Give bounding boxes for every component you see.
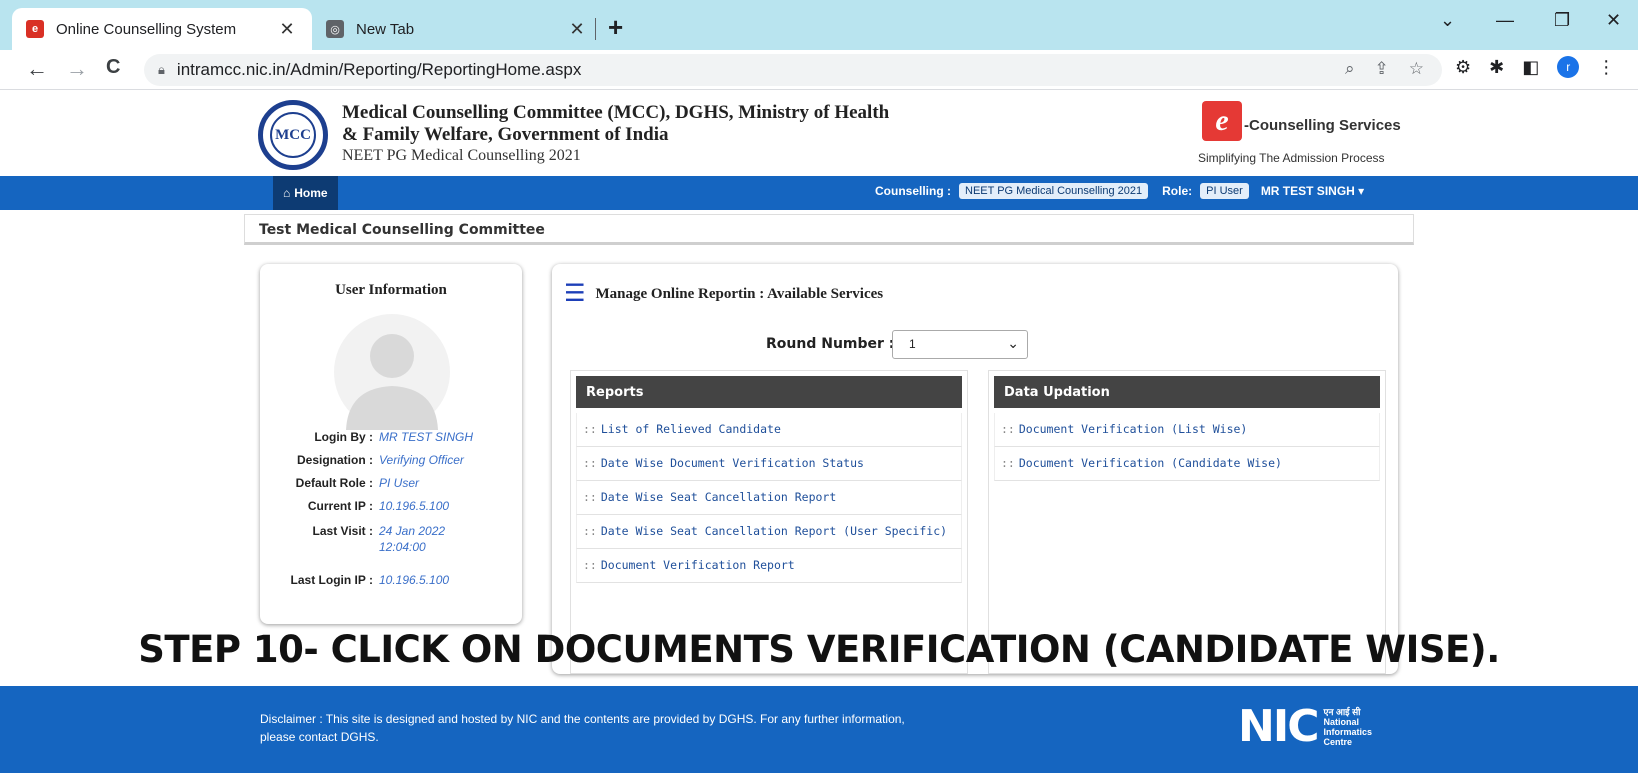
home-nav-button[interactable]: ⌂ Home — [273, 176, 338, 210]
round-number-value: 1 — [909, 337, 916, 351]
nic-logo-word: NIC — [1238, 701, 1319, 752]
chrome-favicon-icon: ◎ — [326, 20, 344, 38]
step-caption: STEP 10- CLICK ON DOCUMENTS VERIFICATION… — [138, 628, 1500, 671]
tab-new-tab[interactable]: ◎ New Tab ✕ — [312, 8, 602, 50]
user-information-panel: User Information Login By : MR TEST SING… — [260, 264, 522, 624]
role-badge: PI User — [1200, 183, 1249, 199]
info-value: MR TEST SINGH — [379, 430, 474, 444]
reports-header: Reports — [576, 376, 962, 408]
browser-tab-bar: e Online Counselling System ✕ ◎ New Tab … — [0, 0, 1638, 50]
puzzle-extensions-icon[interactable]: ✱ — [1489, 57, 1504, 78]
chevron-down-icon: ⌄ — [1007, 335, 1019, 351]
report-link-seat-cancellation-user[interactable]: :: Date Wise Seat Cancellation Report (Us… — [576, 515, 962, 549]
url-text: intramcc.nic.in/Admin/Reporting/Reportin… — [176, 60, 582, 79]
info-label: Last Visit : — [312, 524, 373, 538]
info-value: 24 Jan 2022 12:04:00 — [379, 524, 446, 554]
menu-kebab-icon[interactable]: ⋮ — [1597, 57, 1615, 78]
close-window-button[interactable]: ✕ — [1606, 10, 1621, 31]
tab-online-counselling[interactable]: e Online Counselling System ✕ — [12, 8, 312, 50]
home-label: Home — [294, 186, 328, 200]
default-role-row: Default Role : PI User — [260, 476, 522, 490]
info-value: 10.196.5.100 — [379, 499, 450, 513]
site-footer: Disclaimer : This site is designed and h… — [0, 686, 1638, 773]
current-ip-row: Current IP : 10.196.5.100 — [260, 499, 522, 513]
report-link-relieved-candidate[interactable]: :: List of Relieved Candidate — [576, 413, 962, 447]
data-updation-header: Data Updation — [994, 376, 1380, 408]
hamburger-menu-icon[interactable]: ☰ — [564, 282, 586, 306]
close-tab-icon[interactable]: ✕ — [566, 19, 588, 40]
user-dropdown[interactable]: MR TEST SINGH ▾ — [1261, 184, 1364, 198]
doc-verification-candidate-wise-link[interactable]: :: Document Verification (Candidate Wise) — [994, 447, 1380, 481]
info-value: 10.196.5.100 — [379, 573, 450, 587]
nic-logo: NIC एन आई सी National Informatics Centre — [1238, 701, 1373, 752]
main-navbar: ⌂ Home Counselling : NEET PG Medical Cou… — [0, 176, 1638, 210]
user-info-title: User Information — [335, 282, 447, 298]
profile-avatar[interactable]: r — [1557, 56, 1580, 78]
zoom-icon[interactable]: ⌕ — [1345, 59, 1355, 79]
info-label: Designation : — [296, 453, 373, 467]
info-value: Verifying Officer — [379, 453, 464, 467]
lock-icon: 🔒︎ — [158, 62, 165, 77]
counselling-label: Counselling : — [875, 184, 951, 198]
close-tab-icon[interactable]: ✕ — [276, 19, 298, 40]
minimize-button[interactable]: — — [1496, 10, 1514, 31]
tab-separator — [595, 18, 596, 40]
info-label: Current IP : — [307, 499, 373, 513]
services-panel: ☰ Manage Online Reportin : Available Ser… — [552, 264, 1398, 674]
new-tab-button[interactable]: + — [608, 12, 623, 43]
report-link-date-wise-doc-verification[interactable]: :: Date Wise Document Verification Status — [576, 447, 962, 481]
login-by-row: Login By : MR TEST SINGH — [260, 430, 522, 444]
url-input[interactable]: 🔒︎ intramcc.nic.in/Admin/Reporting/Repor… — [144, 54, 1442, 86]
round-number-select[interactable]: 1 ⌄ — [892, 330, 1028, 359]
info-label: Last Login IP : — [290, 573, 373, 587]
header-title-line1: Medical Counselling Committee (MCC), DGH… — [342, 102, 890, 123]
nic-logo-hindi: एन आई सी — [1323, 707, 1361, 717]
designation-row: Designation : Verifying Officer — [260, 453, 522, 467]
extension-icon[interactable]: ⚙ — [1455, 57, 1471, 78]
ecounselling-title: -Counselling Services — [1244, 117, 1401, 134]
report-link-seat-cancellation[interactable]: :: Date Wise Seat Cancellation Report — [576, 481, 962, 515]
tab-title: Online Counselling System — [56, 20, 237, 38]
forward-button[interactable]: → — [66, 56, 88, 82]
ecounselling-tagline: Simplifying The Admission Process — [1198, 151, 1385, 165]
header-title-line2: & Family Welfare, Government of India — [342, 124, 669, 145]
tab-title: New Tab — [356, 20, 415, 38]
ecounselling-logo: e — [1202, 101, 1242, 141]
last-login-ip-row: Last Login IP : 10.196.5.100 — [260, 573, 522, 587]
back-button[interactable]: ← — [26, 56, 48, 82]
round-number-label: Round Number : — [766, 336, 895, 352]
info-label: Default Role : — [295, 476, 373, 490]
doc-verification-list-wise-link[interactable]: :: Document Verification (List Wise) — [994, 413, 1380, 447]
bookmark-star-icon[interactable]: ☆ — [1409, 59, 1424, 79]
report-link-doc-verification-report[interactable]: :: Document Verification Report — [576, 549, 962, 583]
mcc-logo-text: MCC — [270, 112, 316, 158]
side-panel-icon[interactable]: ◧ — [1522, 57, 1539, 78]
counselling-favicon-icon: e — [26, 20, 44, 38]
counselling-badge: NEET PG Medical Counselling 2021 — [959, 183, 1149, 199]
info-value: PI User — [379, 476, 420, 490]
home-icon: ⌂ — [283, 186, 291, 200]
site-header: MCC Medical Counselling Committee (MCC),… — [0, 91, 1638, 176]
footer-disclaimer: Disclaimer : This site is designed and h… — [260, 712, 905, 744]
header-subtitle: NEET PG Medical Counselling 2021 — [342, 147, 581, 164]
nic-logo-sub1: National — [1323, 717, 1360, 727]
nic-logo-sub3: Centre — [1323, 737, 1353, 747]
tab-search-icon[interactable]: ⌄ — [1440, 10, 1455, 31]
address-bar: ← → C 🔒︎ intramcc.nic.in/Admin/Reporting… — [0, 50, 1638, 90]
organization-title: Test Medical Counselling Committee — [244, 214, 1414, 245]
role-label: Role: — [1162, 184, 1193, 198]
last-visit-row: Last Visit : 24 Jan 2022 12:04:00 — [260, 523, 522, 555]
user-avatar-icon — [334, 314, 450, 430]
info-label: Login By : — [314, 430, 373, 444]
mcc-logo: MCC — [258, 100, 328, 170]
reload-button[interactable]: C — [106, 56, 120, 79]
services-title: Manage Online Reportin : Available Servi… — [595, 285, 884, 302]
share-icon[interactable]: ⇪ — [1375, 59, 1389, 79]
restore-button[interactable]: ❐ — [1554, 10, 1570, 31]
nic-logo-sub2: Informatics — [1323, 727, 1373, 737]
